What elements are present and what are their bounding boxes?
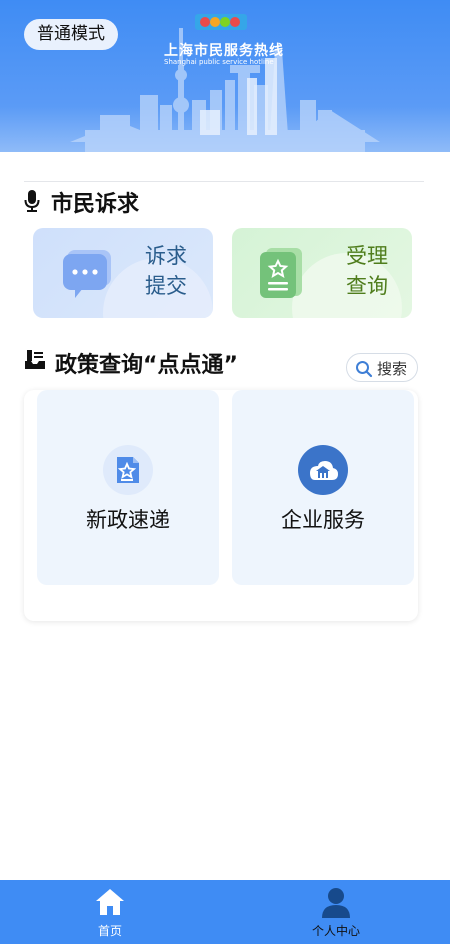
home-icon xyxy=(96,889,124,915)
microphone-icon xyxy=(24,190,40,212)
tab-personal-label: 个人中心 xyxy=(311,924,360,938)
brand-title: 上海市民服务热线 xyxy=(164,43,284,59)
new-policy-label: 新政速递 xyxy=(86,508,170,532)
bottom-tab-bar: 首页 个人中心 xyxy=(0,880,450,944)
search-label: 搜索 xyxy=(377,360,408,378)
search-icon xyxy=(356,361,373,378)
new-policy-card[interactable]: 新政速递 xyxy=(37,390,219,585)
cloud-building-icon xyxy=(310,461,338,480)
submit-label-line2: 提交 xyxy=(145,274,187,298)
submit-request-card[interactable]: 诉求 提交 xyxy=(33,228,213,318)
chat-bubble-icon xyxy=(63,250,111,298)
enterprise-icon-bg xyxy=(298,445,348,495)
tab-home[interactable]: 首页 xyxy=(50,880,170,944)
divider xyxy=(24,181,424,182)
hotline-brand: 上海市民服务热线 Shanghai public service hotline xyxy=(0,0,450,152)
new-policy-icon-bg xyxy=(103,445,153,495)
tab-home-label: 首页 xyxy=(97,924,122,938)
header-banner: 普通模式 上海市民服务热线 Shanghai public service ho… xyxy=(0,0,450,152)
document-star-icon xyxy=(260,248,302,298)
star-document-icon xyxy=(117,457,139,483)
hotline-logo-icon xyxy=(195,14,247,30)
policy-query-title: 政策查询“点点通” xyxy=(55,353,238,378)
user-icon xyxy=(322,888,350,918)
query-label-line2: 查询 xyxy=(346,274,388,298)
submit-label-line1: 诉求 xyxy=(145,244,187,268)
enterprise-service-card[interactable]: 企业服务 xyxy=(232,390,414,585)
query-request-card[interactable]: 受理 查询 xyxy=(232,228,412,318)
policy-panel: 新政速递 企业服务 xyxy=(24,390,418,621)
brand-subtitle: Shanghai public service hotline xyxy=(164,58,274,66)
tab-personal-center[interactable]: 个人中心 xyxy=(276,880,396,944)
citizen-requests-title: 市民诉求 xyxy=(51,192,140,217)
search-button[interactable]: 搜索 xyxy=(346,353,418,382)
query-label-line1: 受理 xyxy=(346,244,388,268)
inbox-download-icon xyxy=(25,350,45,369)
enterprise-service-label: 企业服务 xyxy=(281,508,365,532)
